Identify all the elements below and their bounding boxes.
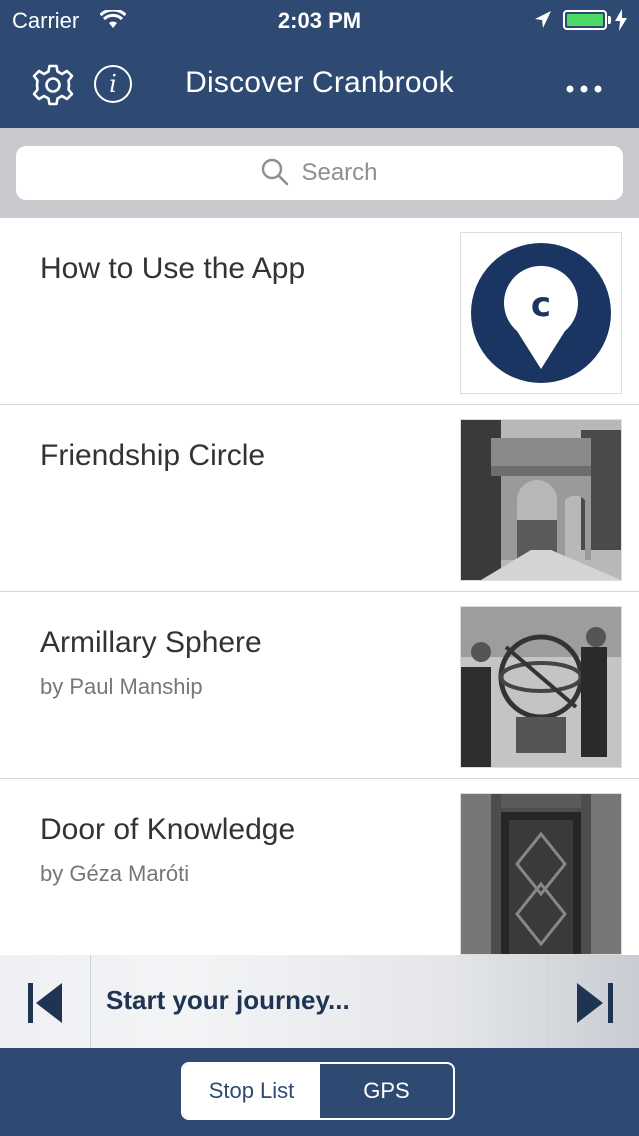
- stop-name: How to Use the App: [40, 252, 306, 285]
- list-item[interactable]: Friendship Circle: [0, 405, 639, 592]
- previous-stop-button[interactable]: [0, 955, 91, 1048]
- more-options-icon[interactable]: [566, 80, 602, 98]
- search-icon: [262, 158, 289, 186]
- door-photo: [460, 793, 622, 955]
- search-input[interactable]: Search: [16, 146, 623, 200]
- view-toggle: Stop List GPS: [181, 1062, 455, 1120]
- page-title: Discover Cranbrook: [185, 66, 454, 99]
- list-item[interactable]: Door of Knowledge by Géza Maróti: [0, 779, 639, 966]
- stop-name: Friendship Circle: [40, 439, 266, 472]
- journey-label: Start your journey...: [106, 985, 350, 1015]
- bottom-bar: Stop List GPS: [0, 1048, 639, 1136]
- arch-photo: [460, 419, 622, 581]
- next-stop-button[interactable]: [548, 955, 639, 1048]
- status-bar: Carrier 2:03 PM: [0, 0, 639, 42]
- navigation-bar: i Discover Cranbrook: [0, 42, 639, 128]
- journey-player: Start your journey...: [0, 955, 639, 1048]
- list-item[interactable]: How to Use the App c: [0, 218, 639, 405]
- charging-bolt-icon: [615, 9, 627, 36]
- skip-forward-icon: [577, 983, 613, 1023]
- stop-artist: by Paul Manship: [40, 674, 203, 699]
- stop-artist: by Géza Maróti: [40, 861, 190, 886]
- location-arrow-icon: [534, 10, 552, 35]
- list-item[interactable]: Armillary Sphere by Paul Manship: [0, 592, 639, 779]
- tab-gps[interactable]: GPS: [320, 1064, 453, 1118]
- battery-tip: [608, 16, 611, 24]
- logo-letter: c: [531, 285, 551, 325]
- sphere-photo: [460, 606, 622, 768]
- cranbrook-logo: c: [460, 232, 622, 394]
- tab-stop-list[interactable]: Stop List: [183, 1064, 320, 1118]
- stop-name: Armillary Sphere: [40, 626, 262, 659]
- top-bar: Carrier 2:03 PM i Discover Cranbrook: [0, 0, 639, 128]
- search-placeholder-wrap: Search: [16, 158, 623, 187]
- battery-icon: [563, 10, 607, 30]
- search-bar: Search: [0, 128, 639, 218]
- search-placeholder: Search: [301, 159, 378, 186]
- stop-name: Door of Knowledge: [40, 813, 296, 846]
- skip-back-icon: [28, 983, 62, 1023]
